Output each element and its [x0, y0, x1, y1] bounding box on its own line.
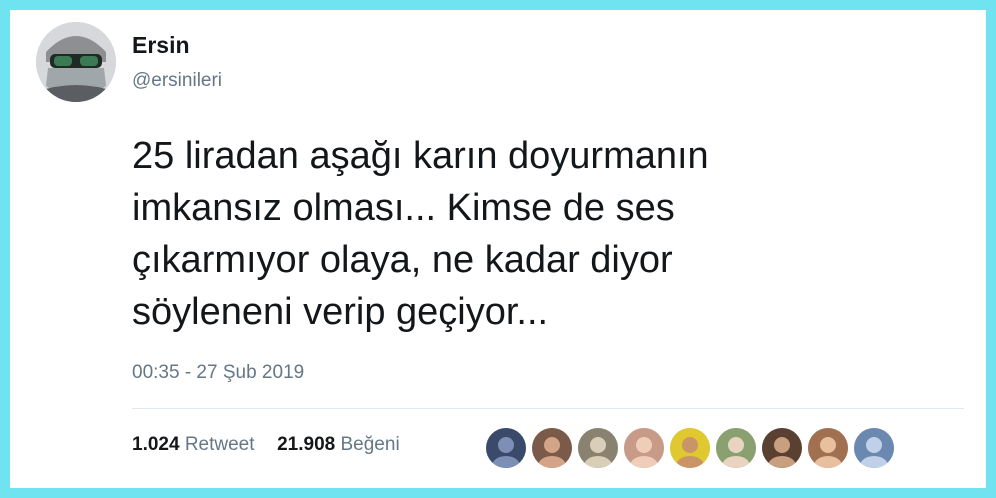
- user-avatar[interactable]: [36, 22, 116, 102]
- avatar-masked-sunglasses-icon: [36, 22, 116, 102]
- liker-avatar[interactable]: [578, 428, 618, 468]
- divider: [132, 408, 964, 409]
- like-label: Beğeni: [340, 434, 400, 455]
- tweet-text-line: imkansız olması... Kimse de ses: [132, 187, 675, 229]
- liker-avatar[interactable]: [670, 428, 710, 468]
- liker-avatar[interactable]: [624, 428, 664, 468]
- tweet-text: 25 liradan aşağı karın doyurmanın imkans…: [132, 130, 912, 338]
- user-name[interactable]: Ersin: [132, 32, 190, 59]
- tweet-text-line: 25 liradan aşağı karın doyurmanın: [132, 135, 709, 177]
- liker-avatar[interactable]: [762, 428, 802, 468]
- tweet-text-line: çıkarmıyor olaya, ne kadar diyor: [132, 239, 673, 281]
- liker-avatar-5-icon: [670, 428, 710, 468]
- liker-avatar-1-icon: [486, 428, 526, 468]
- tweet-text-line: söyleneni verip geçiyor...: [132, 291, 549, 333]
- liker-avatar-9-icon: [854, 428, 894, 468]
- like-count: 21.908: [277, 434, 336, 455]
- liker-avatar-3-icon: [578, 428, 618, 468]
- retweet-label: Retweet: [184, 434, 255, 455]
- retweet-count: 1.024: [132, 434, 180, 455]
- liker-avatar-8-icon: [808, 428, 848, 468]
- user-handle[interactable]: @ersinileri: [132, 70, 222, 92]
- liker-avatar-7-icon: [762, 428, 802, 468]
- tweet-stats: 1.024 Retweet 21.908 Beğeni: [132, 434, 400, 456]
- like-stat[interactable]: 21.908 Beğeni: [277, 434, 400, 455]
- liker-avatar-2-icon: [532, 428, 572, 468]
- tweet-card: Ersin @ersinileri 25 liradan aşağı karın…: [0, 0, 996, 498]
- tweet-timestamp[interactable]: 00:35 - 27 Şub 2019: [132, 362, 304, 384]
- liker-avatar-6-icon: [716, 428, 756, 468]
- liker-avatar[interactable]: [808, 428, 848, 468]
- liker-avatar[interactable]: [854, 428, 894, 468]
- liker-avatar[interactable]: [532, 428, 572, 468]
- liker-avatar[interactable]: [486, 428, 526, 468]
- liker-avatar[interactable]: [716, 428, 756, 468]
- liker-avatar-4-icon: [624, 428, 664, 468]
- retweet-stat[interactable]: 1.024 Retweet: [132, 434, 260, 455]
